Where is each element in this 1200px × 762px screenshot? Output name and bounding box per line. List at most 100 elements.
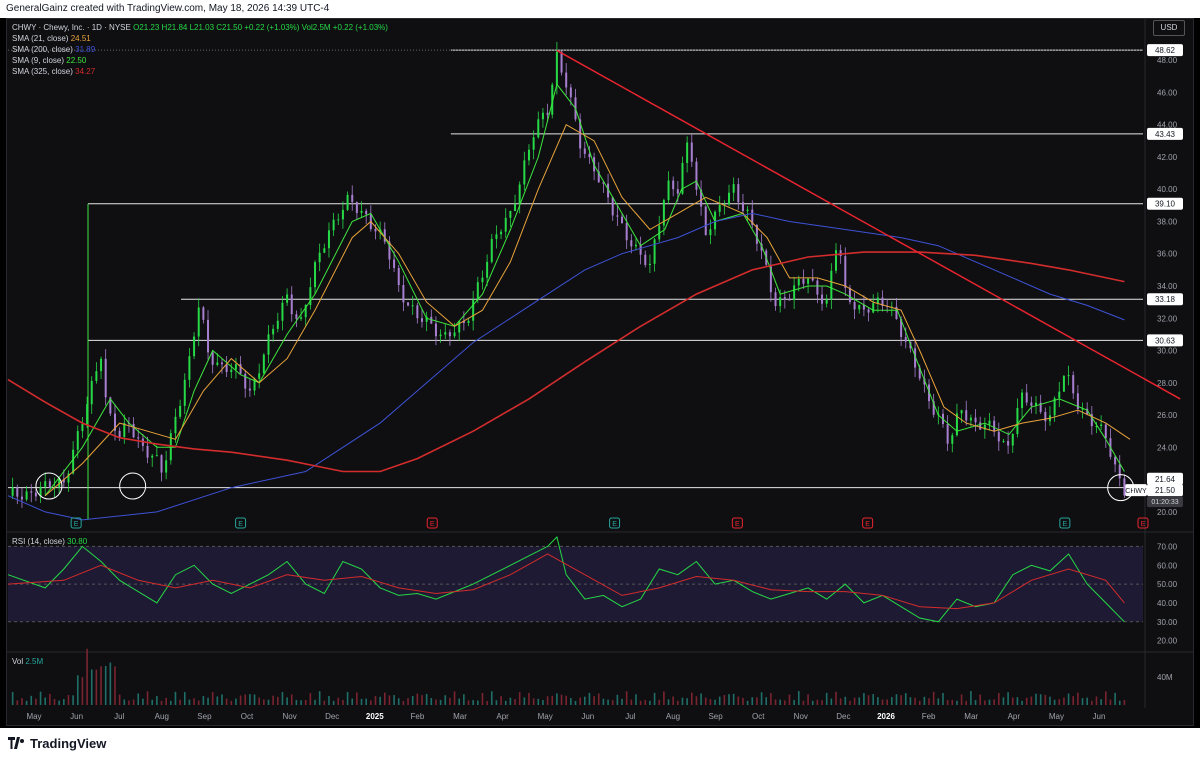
symbol-line[interactable]: CHWY · Chewy, Inc. · 1D · NYSE	[12, 23, 131, 32]
x-tick-label: May	[1049, 712, 1064, 721]
volume-bar	[137, 693, 140, 705]
volume-bar	[1016, 697, 1019, 705]
rsi-legend[interactable]: RSI (14, close) 30.80	[12, 537, 87, 546]
candle-body	[337, 219, 340, 221]
volume-bar	[984, 700, 986, 705]
candle-body	[625, 223, 628, 241]
candle-body	[207, 319, 210, 353]
candle-body	[458, 320, 461, 333]
candle-body	[500, 231, 503, 235]
candle-body	[234, 364, 237, 370]
volume-bar	[328, 696, 330, 705]
volume-bar	[807, 694, 809, 705]
ohlc-values: O21.23 H21.84 L21.03 C21.50 +0.22 (+1.03…	[133, 23, 388, 32]
candle-body	[86, 404, 89, 425]
volume-bar	[67, 694, 70, 705]
volume-bar	[532, 698, 535, 705]
volume-bar	[267, 699, 270, 705]
volume-bar	[53, 699, 56, 705]
earnings-label: E	[612, 521, 617, 528]
candle-body	[616, 215, 619, 217]
candle-body	[416, 305, 419, 319]
volume-bar	[667, 699, 670, 705]
legend-sma21[interactable]: SMA (21, close) 24.51	[12, 33, 388, 44]
candle-body	[193, 336, 196, 357]
volume-bar	[142, 698, 144, 705]
chart-svg[interactable]: 20.0022.0024.0026.0028.0030.0032.0034.00…	[0, 0, 1200, 762]
candle-body	[188, 356, 191, 380]
volume-bar	[900, 695, 902, 705]
price-tick-label: 46.00	[1157, 88, 1178, 97]
volume-bar	[779, 699, 781, 705]
candle-body	[686, 142, 689, 163]
candle-body	[946, 424, 949, 444]
candle-body	[276, 320, 279, 329]
volume-bar	[844, 696, 847, 705]
candle-body	[444, 332, 447, 335]
candle-body	[1025, 392, 1028, 403]
rsi-tick-label: 20.00	[1157, 637, 1178, 646]
candle-body	[407, 302, 410, 306]
candle-body	[1114, 456, 1117, 465]
candle-body	[160, 455, 163, 473]
volume-bar	[784, 700, 786, 705]
tradingview-logo[interactable]: TradingView	[8, 736, 106, 751]
candle-body	[509, 210, 512, 218]
candle-body	[904, 337, 907, 342]
volume-bar	[937, 698, 940, 705]
volume-bar	[597, 693, 600, 705]
volume-bar	[481, 692, 484, 705]
rsi-tick-label: 50.00	[1157, 580, 1178, 589]
candle-body	[630, 240, 633, 247]
rsi-tick-label: 70.00	[1157, 542, 1178, 551]
candle-body	[495, 234, 498, 239]
volume-bar	[402, 700, 405, 705]
legend-sma325[interactable]: SMA (325, close) 34.27	[12, 66, 388, 77]
volume-bar	[546, 696, 549, 705]
volume-bar	[309, 693, 312, 705]
volume-bar	[435, 699, 437, 705]
candle-body	[420, 318, 423, 322]
candle-body	[411, 305, 414, 307]
volume-bar	[216, 696, 219, 705]
volume-bar	[504, 700, 507, 705]
volume-bar	[737, 696, 740, 705]
legend-sma9[interactable]: SMA (9, close) 22.50	[12, 55, 388, 66]
volume-bar	[160, 700, 163, 705]
candle-body	[997, 431, 1000, 442]
candle-body	[267, 334, 270, 355]
x-tick-label: Nov	[282, 712, 296, 721]
volume-bar	[86, 648, 88, 705]
volume-bar	[518, 692, 521, 705]
candle-body	[472, 299, 475, 321]
volume-bar	[839, 698, 842, 705]
candle-body	[1002, 440, 1005, 442]
candle-body	[611, 197, 614, 216]
chart-legend: CHWY · Chewy, Inc. · 1D · NYSE O21.23 H2…	[12, 22, 388, 77]
volume-bar	[281, 691, 284, 705]
volume-bar	[514, 699, 516, 705]
volume-bar	[486, 700, 488, 705]
volume-bar	[974, 700, 977, 705]
volume-bar	[253, 694, 256, 705]
currency-button[interactable]: USD	[1153, 20, 1185, 36]
rsi-label: RSI (14, close)	[12, 537, 65, 546]
candle-body	[746, 209, 749, 212]
volume-legend[interactable]: Vol 2.5M	[12, 657, 43, 666]
volume-bar	[1049, 696, 1051, 705]
volume-bar	[128, 700, 130, 705]
legend-sma200[interactable]: SMA (200, close) 31.89	[12, 44, 388, 55]
volume-bar	[81, 677, 84, 705]
candle-body	[365, 210, 368, 215]
volume-bar	[621, 698, 623, 705]
candle-body	[532, 137, 535, 150]
volume-bar	[1104, 691, 1107, 705]
volume-bar	[886, 699, 888, 705]
candle-body	[439, 334, 442, 337]
x-tick-label: May	[538, 712, 553, 721]
volume-bar	[44, 697, 47, 705]
volume-bar	[895, 694, 898, 705]
volume-bar	[477, 700, 479, 705]
candle-body	[811, 278, 814, 281]
candle-body	[11, 487, 14, 496]
